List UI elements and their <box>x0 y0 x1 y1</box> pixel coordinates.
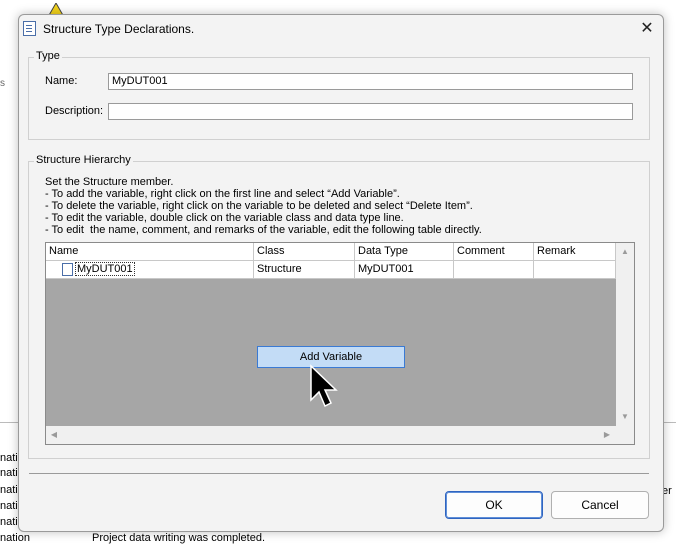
background-output-fragment: nation <box>0 532 30 544</box>
description-input[interactable] <box>108 103 633 120</box>
table-row-data-type-cell[interactable]: MyDUT001 <box>355 261 454 279</box>
structure-type-dialog: Structure Type Declarations. ✕ Type Name… <box>18 14 664 532</box>
instructions-text: Set the Structure member. - To add the v… <box>45 176 482 236</box>
background-output-fragment: nati <box>0 467 18 479</box>
structure-node-icon <box>62 263 73 276</box>
column-header-name[interactable]: Name <box>46 243 254 261</box>
table-row-class-cell[interactable]: Structure <box>254 261 355 279</box>
scrollbar-corner <box>616 426 634 444</box>
background-output-fragment: nati <box>0 452 18 464</box>
background-divider-right <box>662 422 676 423</box>
vertical-scrollbar[interactable]: ▲ ▼ <box>616 243 634 426</box>
background-output-fragment: nati <box>0 500 18 512</box>
structure-document-icon <box>23 21 36 36</box>
row-name-value: MyDUT001 <box>75 262 135 277</box>
background-status-message: Project data writing was completed. <box>92 532 266 544</box>
button-separator <box>29 473 649 474</box>
type-group <box>28 57 650 140</box>
instruction-line: - To edit the variable, double click on … <box>45 212 404 224</box>
name-label: Name: <box>45 75 78 87</box>
background-divider-left <box>0 422 18 423</box>
table-row-remark-cell[interactable] <box>534 261 616 279</box>
column-header-class[interactable]: Class <box>254 243 355 261</box>
mouse-pointer-icon <box>309 364 339 413</box>
scroll-up-icon[interactable]: ▲ <box>620 247 630 257</box>
dialog-titlebar[interactable]: Structure Type Declarations. ✕ <box>19 15 663 43</box>
close-icon[interactable]: ✕ <box>635 19 659 39</box>
scroll-left-icon[interactable]: ◀ <box>49 430 59 440</box>
dialog-title: Structure Type Declarations. <box>43 22 195 36</box>
background-edge-mark: s <box>0 78 5 89</box>
column-header-comment[interactable]: Comment <box>454 243 534 261</box>
background-output-fragment: nati <box>0 484 18 496</box>
type-group-label: Type <box>34 50 62 62</box>
instruction-line: - To edit the name, comment, and remarks… <box>45 224 482 236</box>
background-output-fragment: nati <box>0 516 18 528</box>
horizontal-scrollbar[interactable]: ◀ ▶ <box>46 426 616 444</box>
scroll-right-icon[interactable]: ▶ <box>602 430 612 440</box>
instruction-line: - To delete the variable, right click on… <box>45 200 473 212</box>
table-row-name-cell[interactable]: MyDUT001 <box>46 261 254 279</box>
structure-hierarchy-label: Structure Hierarchy <box>34 154 133 166</box>
description-label: Description: <box>45 105 104 117</box>
instruction-line: - To add the variable, right click on th… <box>45 188 400 200</box>
column-header-remark[interactable]: Remark <box>534 243 616 261</box>
scroll-down-icon[interactable]: ▼ <box>620 412 630 422</box>
table-row-comment-cell[interactable] <box>454 261 534 279</box>
name-input[interactable]: MyDUT001 <box>108 73 633 90</box>
cancel-button[interactable]: Cancel <box>551 491 649 519</box>
instruction-line: Set the Structure member. <box>45 176 174 188</box>
ok-button[interactable]: OK <box>445 491 543 519</box>
column-header-data-type[interactable]: Data Type <box>355 243 454 261</box>
structure-members-grid[interactable]: Name Class Data Type Comment Remark MyDU… <box>45 242 635 445</box>
